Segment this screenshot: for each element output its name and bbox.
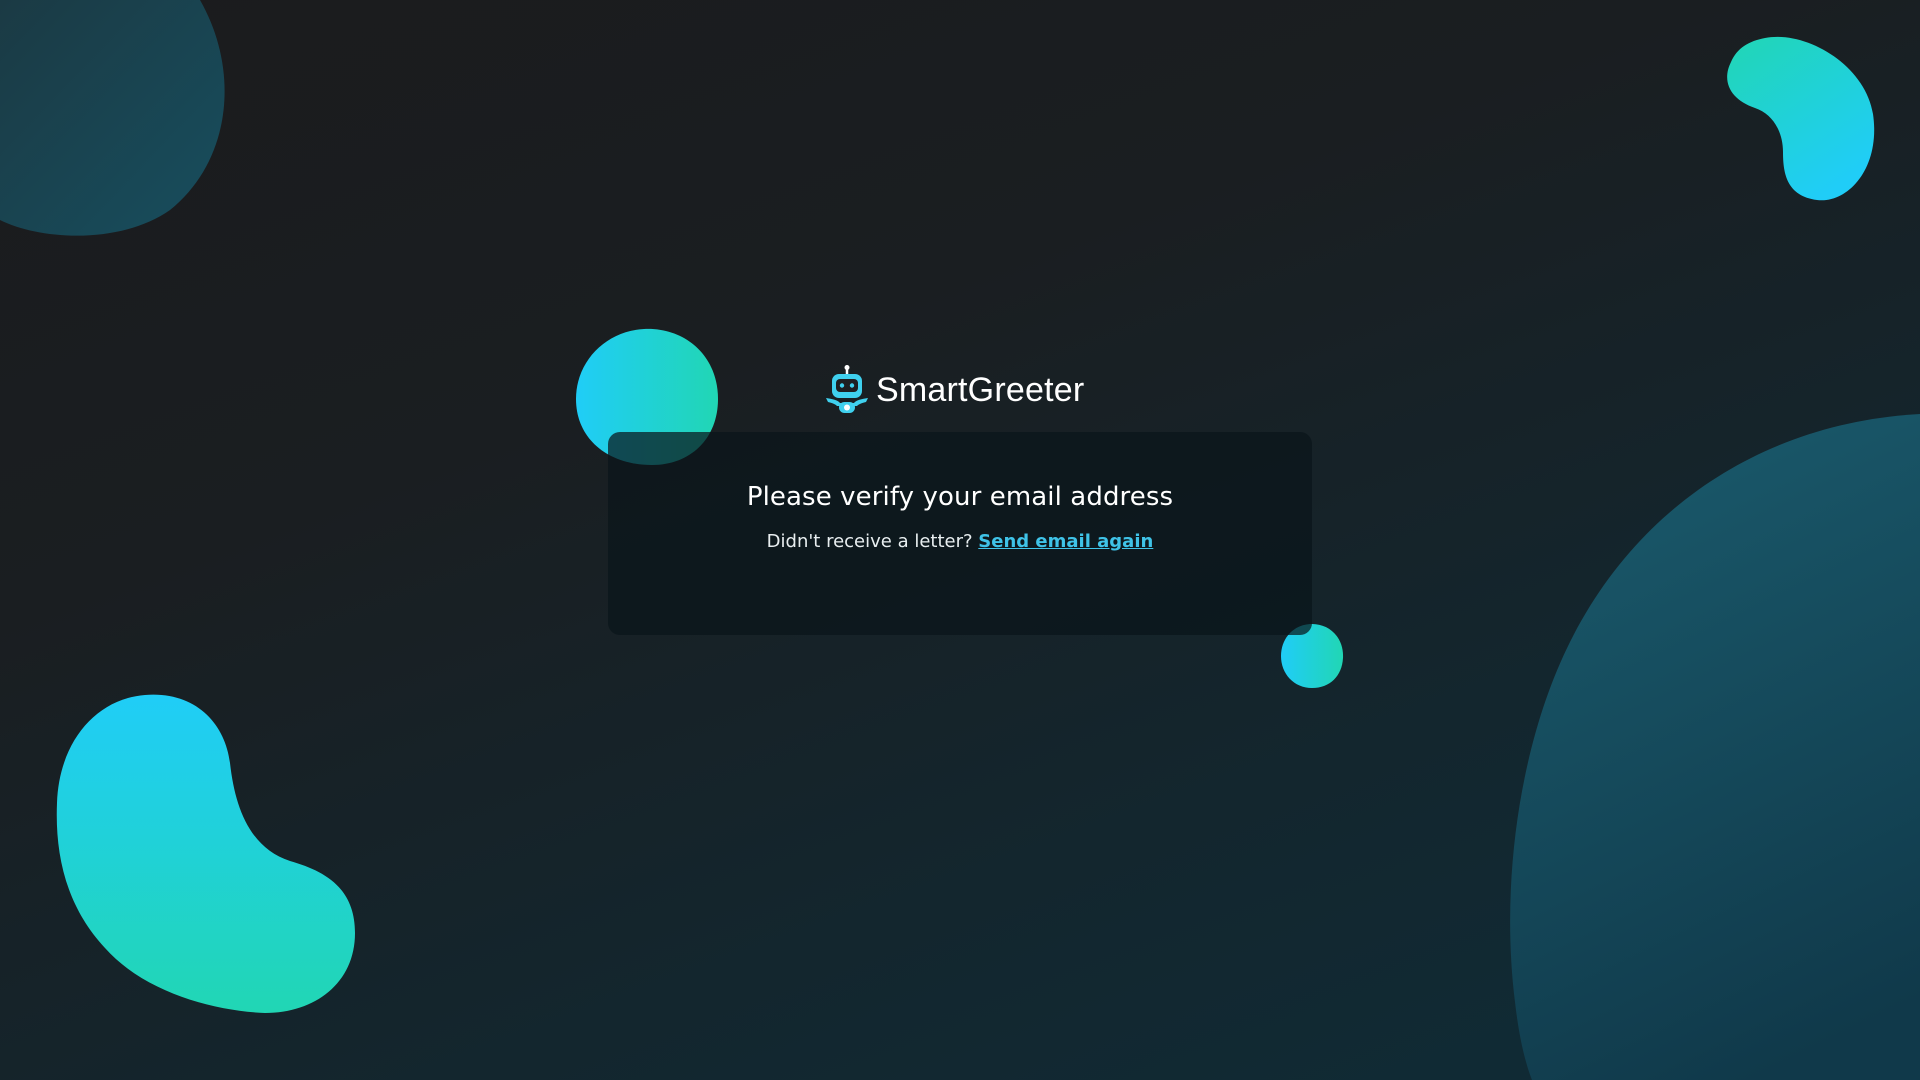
- robot-icon: [826, 365, 868, 413]
- background-blob-bottom-right: [1510, 414, 1920, 1080]
- resend-prompt-text: Didn't receive a letter?: [766, 531, 973, 552]
- background-blob-top-left: [0, 0, 225, 236]
- brand-logo: SmartGreeter: [824, 364, 1084, 416]
- verify-email-card: Please verify your email address Didn't …: [608, 432, 1312, 635]
- brand-name: SmartGreeter: [876, 370, 1085, 409]
- send-email-again-link[interactable]: Send email again: [978, 531, 1153, 552]
- resend-prompt: Didn't receive a letter? Send email agai…: [608, 531, 1312, 552]
- background-blob-bottom-left: [56, 694, 355, 1013]
- page-title: Please verify your email address: [746, 482, 1174, 512]
- background-blob-top-right: [1727, 36, 1875, 201]
